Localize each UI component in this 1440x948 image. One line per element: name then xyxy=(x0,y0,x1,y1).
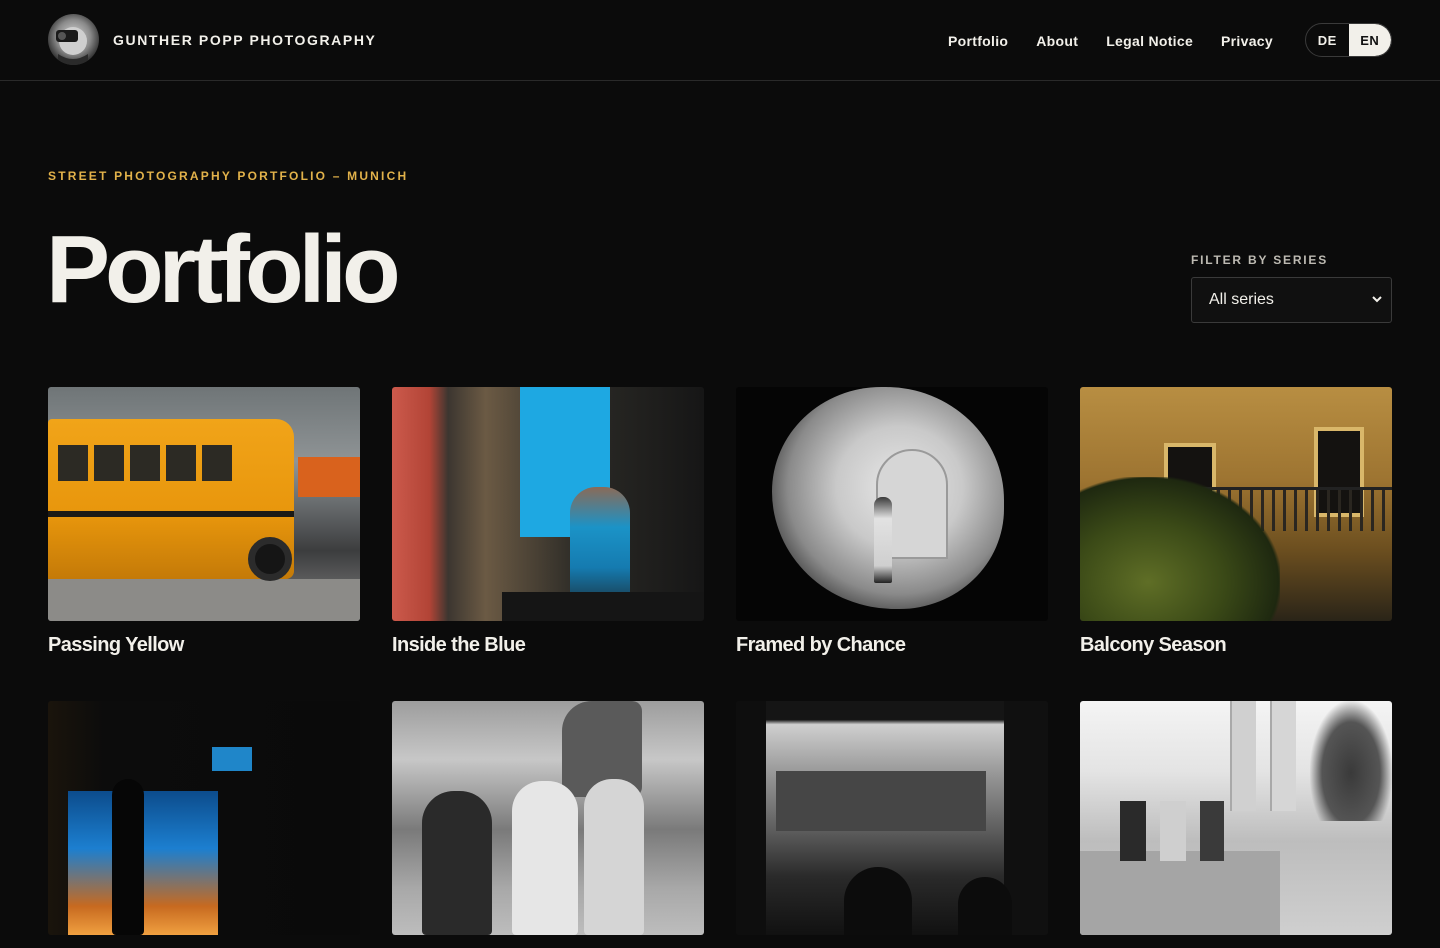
portfolio-card[interactable] xyxy=(392,701,704,948)
lang-en-button[interactable]: EN xyxy=(1348,24,1391,56)
portfolio-card[interactable]: Framed by Chance xyxy=(736,387,1048,657)
portfolio-card[interactable]: Passing Yellow xyxy=(48,387,360,657)
brand-name: GUNTHER POPP PHOTOGRAPHY xyxy=(113,31,377,48)
nav-link-about[interactable]: About xyxy=(1036,32,1078,50)
series-filter-value: All series xyxy=(1209,291,1274,308)
site-header: GUNTHER POPP PHOTOGRAPHY Portfolio About… xyxy=(0,0,1440,81)
portfolio-card[interactable] xyxy=(1080,701,1392,948)
portfolio-card[interactable]: Inside the Blue xyxy=(392,387,704,657)
portfolio-card[interactable]: Balcony Season xyxy=(1080,387,1392,657)
nav-link-portfolio[interactable]: Portfolio xyxy=(948,32,1008,50)
photo-thumbnail xyxy=(736,387,1048,621)
filter-label: FILTER BY SERIES xyxy=(1191,253,1329,267)
photo-thumbnail xyxy=(392,387,704,621)
portfolio-card[interactable] xyxy=(48,701,360,948)
lang-de-button[interactable]: DE xyxy=(1306,24,1349,56)
portfolio-card[interactable] xyxy=(736,701,1048,948)
main-nav: Portfolio About Legal Notice Privacy xyxy=(948,32,1301,50)
page-title: Portfolio xyxy=(46,216,401,323)
nav-link-privacy[interactable]: Privacy xyxy=(1221,32,1273,50)
nav-link-legal-notice[interactable]: Legal Notice xyxy=(1106,32,1193,50)
card-title: Balcony Season xyxy=(1080,634,1227,656)
brand-link[interactable]: GUNTHER POPP PHOTOGRAPHY xyxy=(48,14,376,65)
card-title: Passing Yellow xyxy=(48,634,184,656)
avatar xyxy=(48,14,99,65)
card-title: Inside the Blue xyxy=(392,634,526,656)
language-switcher: DE EN xyxy=(1305,23,1392,57)
chevron-down-icon xyxy=(1372,296,1382,303)
photo-thumbnail xyxy=(48,387,360,621)
card-title: Framed by Chance xyxy=(736,634,906,656)
page-eyebrow: STREET PHOTOGRAPHY PORTFOLIO – MUNICH xyxy=(48,169,409,183)
photo-thumbnail xyxy=(1080,387,1392,621)
series-filter-select[interactable]: All series xyxy=(1191,277,1392,323)
